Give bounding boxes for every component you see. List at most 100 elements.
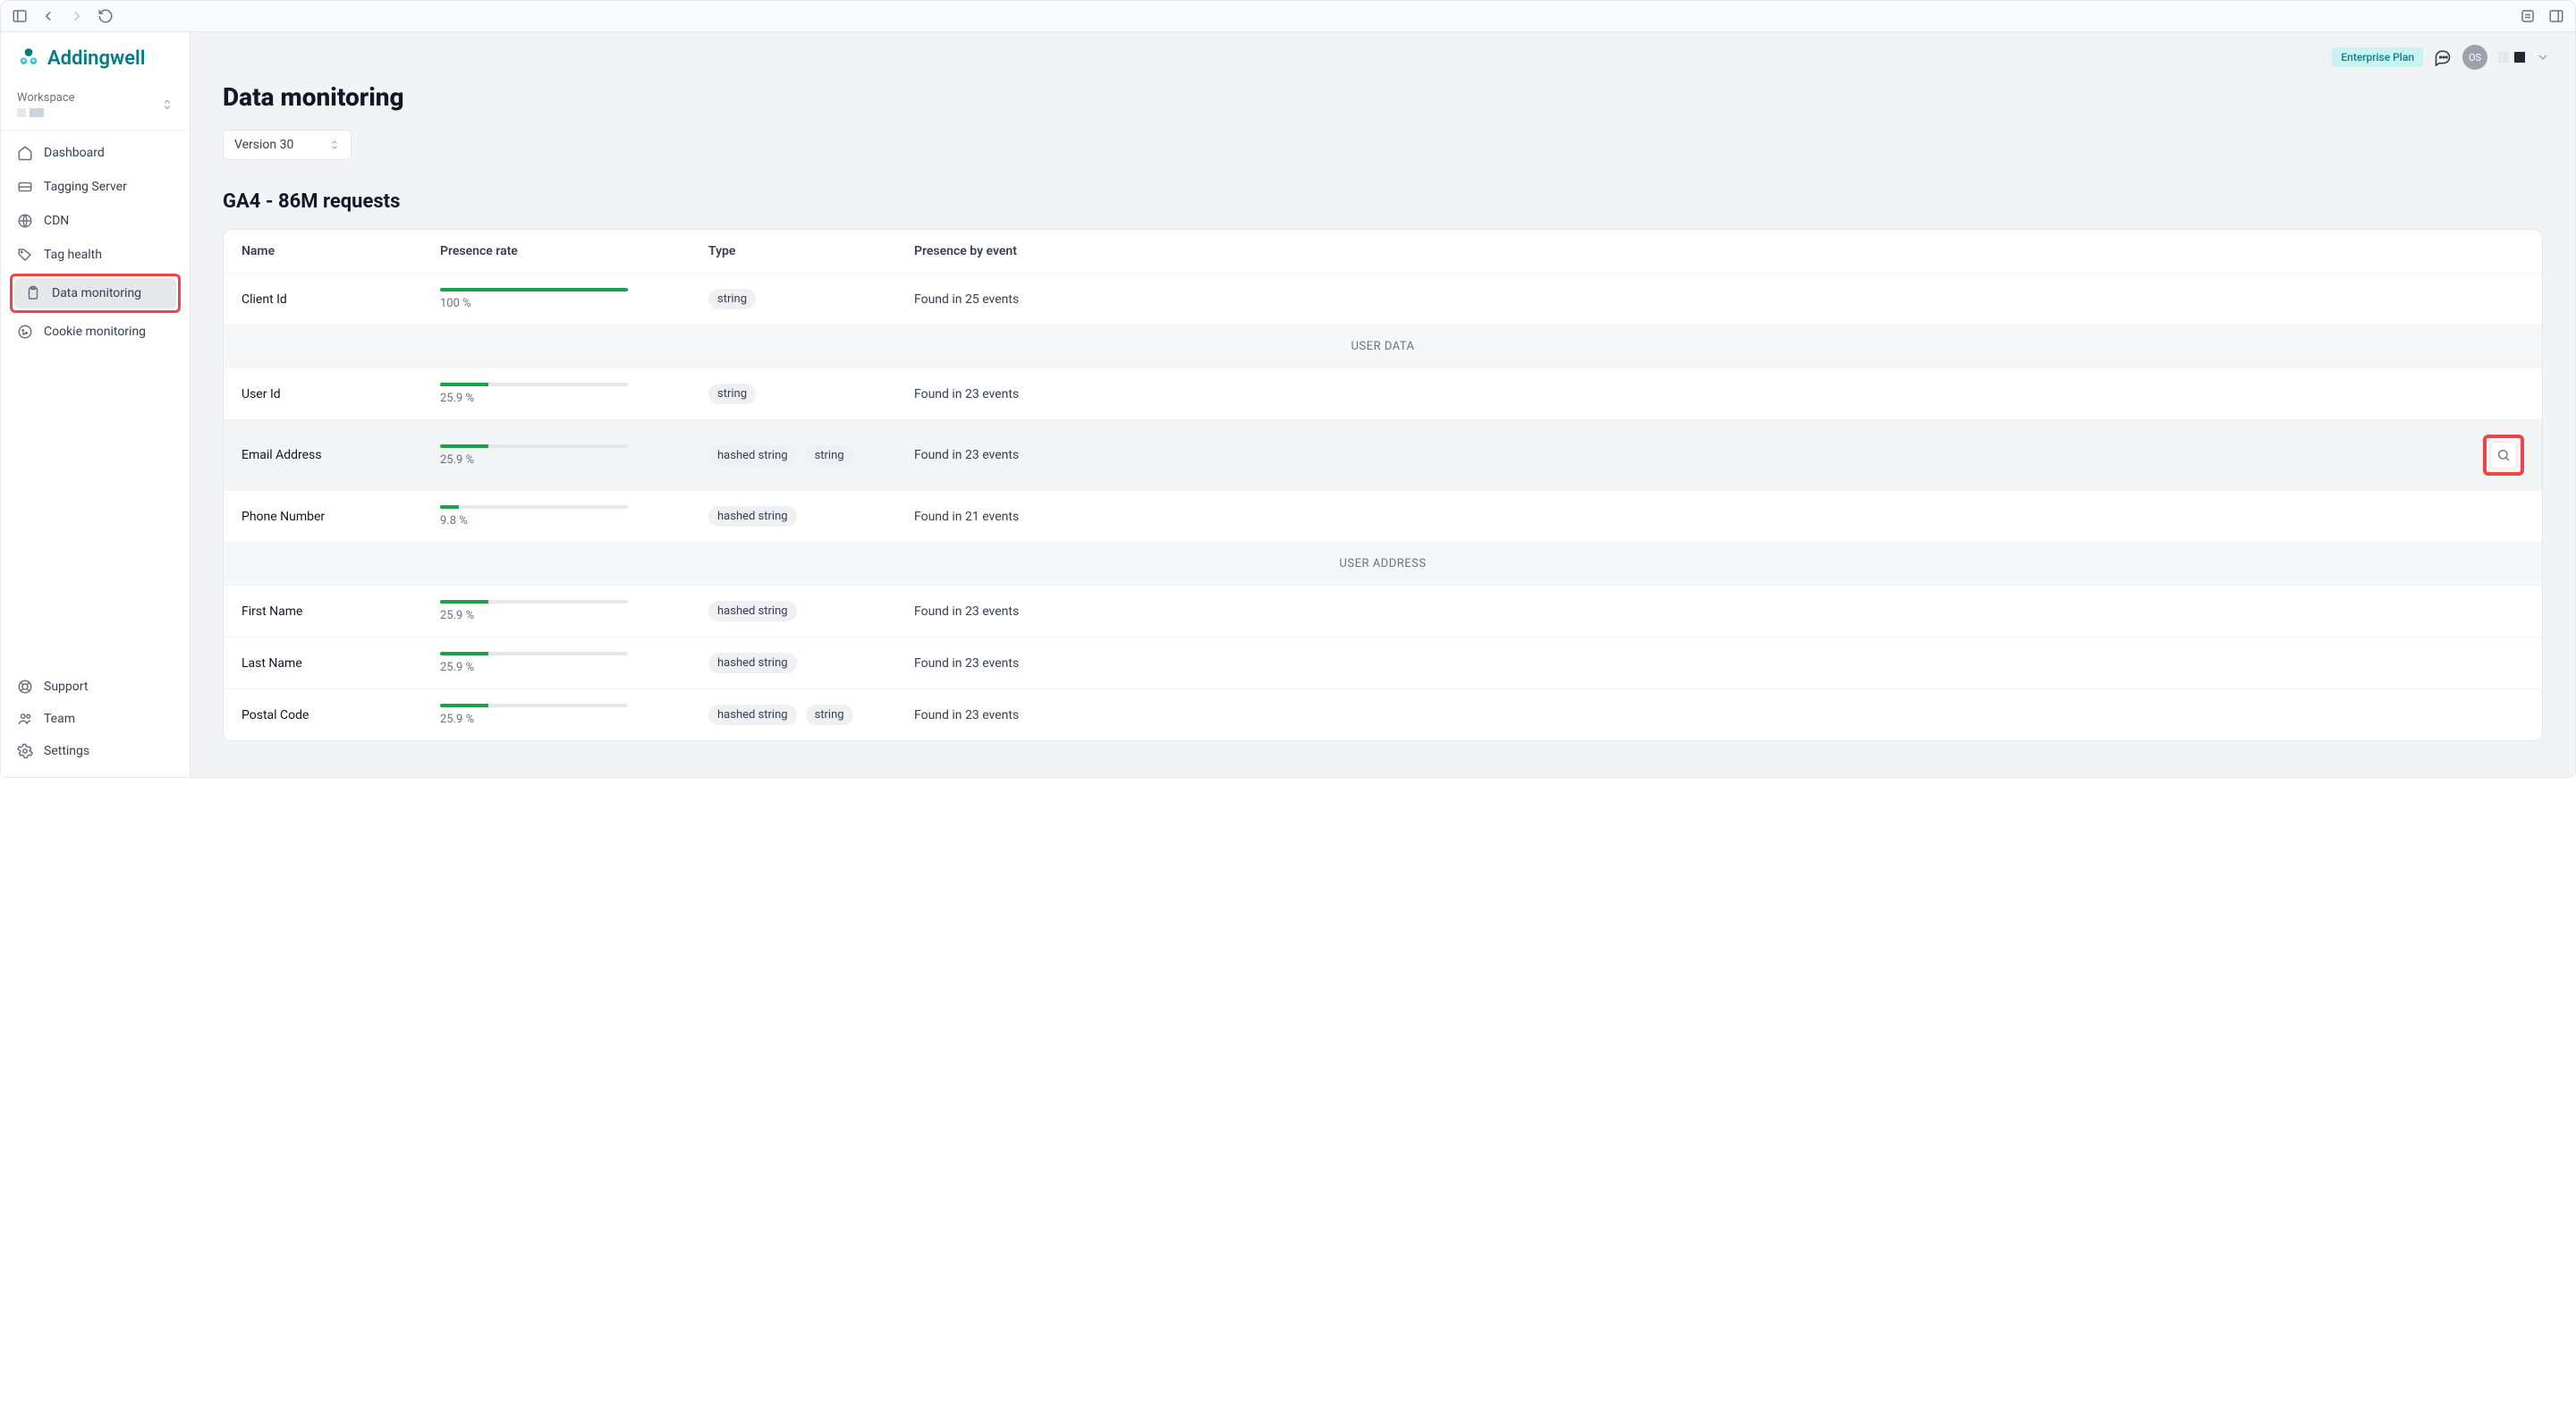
- brand-logo[interactable]: Addingwell: [1, 32, 190, 80]
- sidebar-item-cdn[interactable]: CDN: [6, 206, 184, 236]
- type-badge: hashed string: [708, 653, 797, 673]
- sidebar: Addingwell Workspace: [1, 32, 191, 777]
- progress-label: 25.9 %: [440, 453, 699, 467]
- version-select[interactable]: Version 30: [223, 130, 352, 160]
- type-badge: string: [708, 384, 756, 404]
- table-row[interactable]: Phone Number 9.8 % hashed string Found i…: [224, 490, 2542, 542]
- cell-name: First Name: [242, 604, 440, 619]
- main: Enterprise Plan OS Data monitoring Versi…: [191, 32, 2575, 777]
- cell-type: hashed stringstring: [708, 705, 914, 725]
- table-row[interactable]: Last Name 25.9 % hashed string Found in …: [224, 637, 2542, 689]
- cell-presence: 25.9 %: [440, 704, 708, 726]
- progress-label: 9.8 %: [440, 514, 699, 528]
- sidebar-item-dashboard[interactable]: Dashboard: [6, 138, 184, 168]
- panel-right-icon[interactable]: [2548, 8, 2564, 24]
- sidebar-item-data-monitoring[interactable]: Data monitoring: [14, 278, 176, 308]
- progress-fill: [440, 600, 488, 604]
- table-row[interactable]: First Name 25.9 % hashed string Found in…: [224, 585, 2542, 637]
- progress-label: 25.9 %: [440, 392, 699, 405]
- type-badge: string: [708, 289, 756, 309]
- nav: Dashboard Tagging Server CDN Tag health: [1, 131, 190, 354]
- cell-presence: 25.9 %: [440, 383, 708, 405]
- plan-badge: Enterprise Plan: [2332, 47, 2423, 67]
- chevron-up-down-icon: [329, 139, 340, 150]
- type-badge: string: [806, 705, 853, 725]
- browser-frame: Addingwell Workspace: [0, 0, 2576, 778]
- lifebuoy-icon: [17, 679, 33, 695]
- table-row[interactable]: Postal Code 25.9 % hashed stringstring F…: [224, 689, 2542, 740]
- forward-icon: [69, 8, 85, 24]
- progress-label: 25.9 %: [440, 609, 699, 622]
- progress-fill: [440, 505, 459, 509]
- sidebar-item-label: Tagging Server: [44, 180, 127, 194]
- cell-event: Found in 23 events: [914, 387, 2479, 401]
- users-icon: [17, 711, 33, 727]
- reload-icon[interactable]: [97, 8, 114, 24]
- table-header: Name Presence rate Type Presence by even…: [224, 230, 2542, 273]
- table-section-user-address: USER ADDRESS: [224, 542, 2542, 585]
- version-select-label: Version 30: [234, 138, 293, 152]
- browser-toolbar: [1, 1, 2575, 32]
- gear-icon: [17, 743, 33, 759]
- sidebar-item-label: Cookie monitoring: [44, 325, 146, 339]
- progress-fill: [440, 383, 488, 386]
- topbar-placeholder: [2498, 52, 2525, 63]
- cell-presence: 100 %: [440, 288, 708, 310]
- sidebar-item-team[interactable]: Team: [6, 704, 184, 734]
- home-icon: [17, 145, 33, 161]
- cell-event: Found in 23 events: [914, 604, 2479, 619]
- server-icon: [17, 179, 33, 195]
- panel-left-icon[interactable]: [12, 8, 28, 24]
- workspace-switcher[interactable]: Workspace: [1, 80, 190, 131]
- progress-fill: [440, 444, 488, 448]
- content: Data monitoring Version 30 GA4 - 86M req…: [191, 79, 2575, 777]
- sidebar-item-label: Tag health: [44, 248, 102, 262]
- col-header-type: Type: [708, 244, 914, 258]
- chevron-up-down-icon: [161, 98, 174, 111]
- cell-event: Found in 23 events: [914, 708, 2479, 722]
- section-title: GA4 - 86M requests: [223, 190, 2543, 213]
- extension-icon[interactable]: [2520, 8, 2536, 24]
- sidebar-item-support[interactable]: Support: [6, 672, 184, 702]
- sidebar-item-tagging-server[interactable]: Tagging Server: [6, 172, 184, 202]
- data-table: Name Presence rate Type Presence by even…: [223, 229, 2543, 741]
- cell-presence: 9.8 %: [440, 505, 708, 528]
- col-header-event: Presence by event: [914, 244, 2479, 258]
- progress-fill: [440, 704, 488, 707]
- cell-type: hashed string: [708, 601, 914, 621]
- cell-event: Found in 23 events: [914, 448, 2479, 462]
- type-badge: string: [806, 445, 853, 466]
- cell-type: hashed string: [708, 653, 914, 673]
- cell-event: Found in 21 events: [914, 510, 2479, 524]
- table-row[interactable]: Client Id 100 % string Found in 25 event…: [224, 273, 2542, 325]
- table-row[interactable]: User Id 25.9 % string Found in 23 events: [224, 368, 2542, 419]
- cell-presence: 25.9 %: [440, 600, 708, 622]
- table-row[interactable]: Email Address 25.9 % hashed stringstring…: [224, 419, 2542, 490]
- cell-presence: 25.9 %: [440, 652, 708, 674]
- brand-mark-icon: [17, 46, 40, 70]
- clipboard-icon: [25, 285, 41, 301]
- sidebar-item-label: Team: [44, 712, 75, 726]
- cell-name: Email Address: [242, 448, 440, 462]
- brand-name: Addingwell: [47, 47, 145, 70]
- chevron-down-icon[interactable]: [2536, 50, 2550, 64]
- row-detail-button[interactable]: [2490, 442, 2517, 469]
- sidebar-item-label: Data monitoring: [52, 286, 141, 300]
- cell-type: string: [708, 289, 914, 309]
- avatar[interactable]: OS: [2462, 45, 2487, 70]
- col-header-name: Name: [242, 244, 440, 258]
- chat-icon[interactable]: [2434, 48, 2452, 66]
- tag-icon: [17, 247, 33, 263]
- sidebar-item-tag-health[interactable]: Tag health: [6, 240, 184, 270]
- highlight-sidebar-data-monitoring: Data monitoring: [10, 274, 181, 313]
- progress-label: 25.9 %: [440, 713, 699, 726]
- sidebar-item-settings[interactable]: Settings: [6, 736, 184, 766]
- cell-type: hashed stringstring: [708, 445, 914, 466]
- sidebar-item-cookie-monitoring[interactable]: Cookie monitoring: [6, 317, 184, 347]
- table-section-user-data: USER DATA: [224, 325, 2542, 368]
- back-icon[interactable]: [40, 8, 56, 24]
- cell-event: Found in 23 events: [914, 656, 2479, 671]
- highlight-row-action: [2483, 435, 2524, 476]
- cell-name: Client Id: [242, 292, 440, 307]
- type-badge: hashed string: [708, 601, 797, 621]
